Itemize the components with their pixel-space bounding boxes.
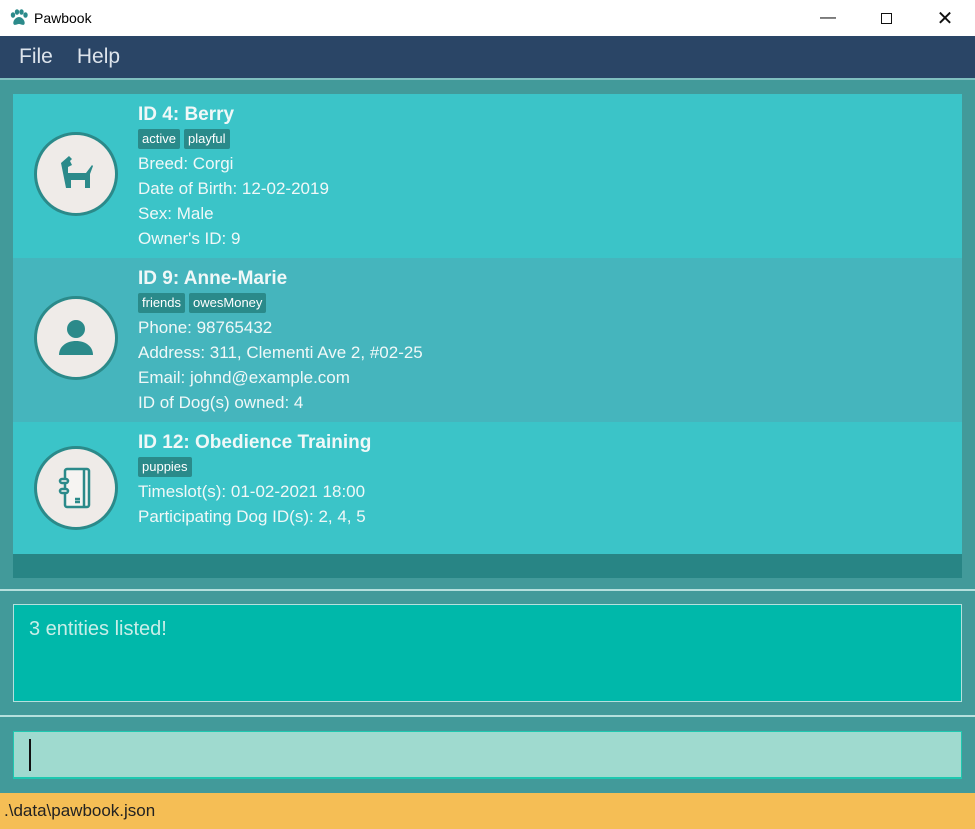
data-file-path: .\data\pawbook.json [4, 801, 156, 820]
entity-info: ID 12: Obedience Training puppies Timesl… [138, 432, 371, 529]
dog-icon [61, 156, 93, 188]
text-caret [29, 739, 31, 771]
field-dob: Date of Birth: 12-02-2019 [138, 179, 329, 198]
tag: owesMoney [189, 293, 267, 313]
divider [0, 589, 975, 591]
field-email: Email: johnd@example.com [138, 368, 350, 387]
result-display: 3 entities listed! [13, 604, 962, 702]
notebook-icon [58, 467, 91, 509]
owner-avatar [34, 296, 118, 380]
close-button[interactable]: ✕ [922, 0, 968, 36]
entity-info: ID 9: Anne-Marie friends owesMoney Phone:… [138, 268, 423, 415]
window-title: Pawbook [34, 10, 92, 26]
menu-help[interactable]: Help [77, 45, 120, 69]
minimize-button[interactable]: — [805, 0, 851, 36]
maximize-button[interactable] [863, 0, 909, 36]
entity-card-dog[interactable]: ID 4: Berry active playful Breed: Corgi D… [13, 94, 962, 258]
program-avatar [34, 446, 118, 530]
field-address: Address: 311, Clementi Ave 2, #02-25 [138, 343, 423, 362]
command-input[interactable] [13, 731, 962, 779]
tag: friends [138, 293, 186, 313]
minimize-icon: — [820, 9, 836, 26]
tag: playful [183, 129, 230, 149]
maximize-icon [880, 12, 892, 24]
field-phone: Phone: 98765432 [138, 318, 273, 337]
field-participating-dogs: Participating Dog ID(s): 2, 4, 5 [138, 507, 366, 526]
field-owner-id: Owner's ID: 9 [138, 229, 241, 248]
divider [0, 715, 975, 717]
tag: active [138, 129, 180, 149]
paw-icon [10, 9, 28, 25]
menu-bar: File Help [0, 36, 975, 80]
entity-title: ID 4: Berry [138, 104, 235, 125]
entity-card-program[interactable]: ID 12: Obedience Training puppies Timesl… [13, 422, 962, 554]
dog-avatar [34, 132, 118, 216]
entity-info: ID 4: Berry active playful Breed: Corgi D… [138, 104, 329, 251]
field-sex: Sex: Male [138, 204, 214, 223]
menu-file[interactable]: File [19, 45, 53, 69]
tag: puppies [138, 457, 192, 477]
field-dogs-owned: ID of Dog(s) owned: 4 [138, 393, 304, 412]
title-bar: Pawbook — ✕ [0, 0, 975, 36]
entity-list[interactable]: ID 4: Berry active playful Breed: Corgi D… [13, 94, 962, 578]
entity-title: ID 12: Obedience Training [138, 432, 372, 453]
field-timeslot: Timeslot(s): 01-02-2021 18:00 [138, 482, 366, 501]
entity-title: ID 9: Anne-Marie [138, 268, 288, 289]
close-icon: ✕ [936, 7, 954, 30]
field-breed: Breed: Corgi [138, 154, 234, 173]
entity-card-owner[interactable]: ID 9: Anne-Marie friends owesMoney Phone:… [13, 258, 962, 422]
result-text: 3 entities listed! [29, 618, 167, 640]
status-bar: .\data\pawbook.json [0, 793, 975, 829]
person-icon [59, 320, 93, 355]
